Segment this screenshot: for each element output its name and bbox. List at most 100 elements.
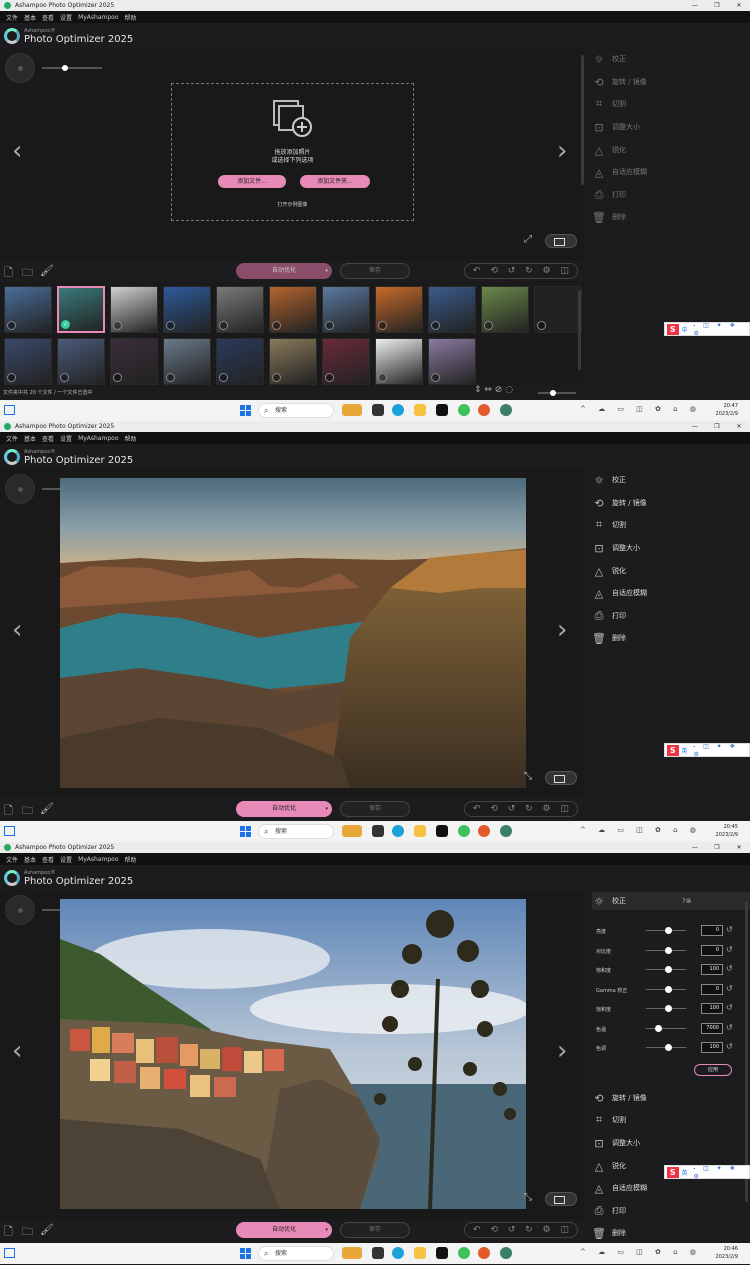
menu-basic[interactable]: 基本 <box>24 434 36 443</box>
adjust-slider[interactable] <box>646 1027 686 1029</box>
sidebar-item-crop[interactable]: ⌗ 切割 <box>592 95 626 113</box>
minimize-button[interactable]: — <box>684 842 706 853</box>
slider-knob[interactable] <box>665 927 672 934</box>
expand-icon[interactable]: ⤢ <box>524 234 532 245</box>
reset-icon[interactable]: ↺ <box>726 1042 733 1051</box>
rotate-left-icon[interactable]: ↺ <box>508 266 516 276</box>
menu-help[interactable]: 帮助 <box>125 13 137 22</box>
close-button[interactable]: ✕ <box>728 421 750 432</box>
reset-icon[interactable]: ↺ <box>726 964 733 973</box>
rotate-right-icon[interactable]: ↻ <box>525 804 533 814</box>
thumbnail[interactable] <box>110 338 158 385</box>
sidebar-item-rotate[interactable]: ⟲ 旋转 / 镜像 <box>592 73 646 91</box>
taskbar-search[interactable]: 搜索 <box>258 403 334 418</box>
adjust-value-input[interactable]: 100 <box>701 964 723 975</box>
sidebar-item-correct[interactable]: ☼ 校正 <box>592 50 626 68</box>
transform-icons[interactable]: ⇕ ⇔ ⊘ ◌ <box>474 385 513 395</box>
edge-icon[interactable] <box>392 1247 404 1259</box>
save-button[interactable]: 保存 <box>340 801 410 817</box>
gear-icon[interactable]: ⚙ <box>543 266 551 276</box>
file-explorer-icon[interactable] <box>342 1247 362 1259</box>
auto-optimize-button[interactable]: 自动优化 ▾ <box>236 1222 332 1238</box>
undo-icon[interactable]: ↶ <box>473 1225 481 1235</box>
slider-knob[interactable] <box>665 985 672 993</box>
fit-view-toggle[interactable] <box>545 1192 577 1206</box>
taskview-icon[interactable] <box>372 404 384 416</box>
thumbnail[interactable] <box>534 286 582 333</box>
rotate-left-icon[interactable]: ↺ <box>508 804 516 814</box>
edge-icon[interactable] <box>392 825 404 837</box>
prev-arrow-icon[interactable]: ‹ <box>12 136 22 166</box>
widgets-icon[interactable] <box>4 405 15 415</box>
sidebar-item-resize[interactable]: ⊡ 调整大小 <box>592 539 640 557</box>
sidebar-scrollbar[interactable] <box>745 902 748 1202</box>
menu-file[interactable]: 文件 <box>6 855 18 864</box>
close-button[interactable]: ✕ <box>728 842 750 853</box>
select-circle-icon[interactable] <box>431 373 440 382</box>
adjust-value-input[interactable]: 0 <box>701 944 723 956</box>
next-arrow-icon[interactable]: › <box>557 615 567 645</box>
add-file-icon[interactable]: 🗋 <box>4 1223 13 1242</box>
maximize-button[interactable]: ❐ <box>706 842 728 853</box>
folder-icon[interactable] <box>414 825 426 837</box>
chevron-down-icon[interactable]: ▾ <box>325 801 328 817</box>
select-circle-icon[interactable] <box>219 321 228 330</box>
photo-optimizer-icon[interactable] <box>500 825 512 837</box>
select-circle-icon[interactable] <box>166 373 175 382</box>
wechat-icon[interactable] <box>458 825 470 837</box>
system-tray[interactable]: ^ ☁ ▭ ◫ ✿ ⌂ ◍ <box>580 826 701 834</box>
thumbnail[interactable] <box>428 338 476 385</box>
reset-icon[interactable]: ↺ <box>726 1003 733 1012</box>
windows-start-icon[interactable] <box>240 1248 251 1259</box>
thumbnail[interactable] <box>163 338 211 385</box>
rotate-right-icon[interactable]: ↻ <box>525 1225 533 1235</box>
sidebar-item-blur[interactable]: ◬ 自适应模糊 <box>592 1179 647 1197</box>
slider-knob[interactable] <box>665 1005 672 1012</box>
add-file-icon[interactable]: 🗋 <box>4 802 13 821</box>
windows-start-icon[interactable] <box>240 405 251 416</box>
select-circle-icon[interactable] <box>272 321 281 330</box>
sidebar-item-resize[interactable]: ⊡ 调整大小 <box>592 118 640 136</box>
menu-myashampoo[interactable]: MyAshampoo <box>78 14 118 21</box>
shrink-icon[interactable]: ⤡ <box>524 1192 532 1203</box>
compare-icon[interactable]: ◫ <box>560 266 569 276</box>
navigator-pad[interactable] <box>5 53 35 83</box>
zoom-slider[interactable] <box>42 65 102 71</box>
sidebar-item-delete[interactable]: 🗑 删除 <box>592 629 626 647</box>
thumbnail[interactable] <box>269 338 317 385</box>
select-circle-icon[interactable] <box>113 321 122 330</box>
undo-all-icon[interactable]: ⟲ <box>490 266 498 276</box>
file-explorer-icon[interactable] <box>342 825 362 837</box>
widgets-icon[interactable] <box>4 1248 15 1258</box>
drop-zone[interactable]: 拖放添加照片 或选择下列选项 添加文件... 添加文件夹... 打开示例图像 <box>171 83 414 221</box>
reset-icon[interactable]: ↺ <box>726 945 733 954</box>
compare-icon[interactable]: ◫ <box>560 1225 569 1235</box>
fit-view-toggle[interactable] <box>545 771 577 785</box>
select-circle-icon[interactable] <box>537 321 546 330</box>
sidebar-item-blur[interactable]: ◬ 自适应模糊 <box>592 163 647 181</box>
system-tray[interactable]: ^ ☁ ▭ ◫ ✿ ⌂ ◍ <box>580 405 701 413</box>
sidebar-item-print[interactable]: ⎙ 打印 <box>592 607 626 625</box>
next-arrow-icon[interactable]: › <box>557 1036 567 1066</box>
taskbar-search[interactable]: 搜索 <box>258 1246 334 1261</box>
save-button[interactable]: 保存 <box>340 263 410 279</box>
sidebar-item-correct[interactable]: ☼ 校正 <box>592 471 626 489</box>
menu-myashampoo[interactable]: MyAshampoo <box>78 435 118 442</box>
adjust-value-input[interactable]: 0 <box>701 925 723 936</box>
taskview-icon[interactable] <box>372 1247 384 1259</box>
menu-view[interactable]: 查看 <box>42 13 54 22</box>
apply-button[interactable]: 应用 <box>694 1064 732 1076</box>
select-circle-icon[interactable] <box>378 373 387 382</box>
add-folder-icon[interactable]: 🗀 <box>22 1223 33 1242</box>
windows-start-icon[interactable] <box>240 826 251 837</box>
thumb-size-slider[interactable] <box>538 390 576 396</box>
select-circle-icon[interactable] <box>484 321 493 330</box>
select-circle-icon[interactable] <box>113 373 122 382</box>
thumbnail[interactable]: ✓ <box>57 286 105 333</box>
sidebar-item-print[interactable]: ⎙ 打印 <box>592 1202 626 1220</box>
ime-toolbar[interactable]: S 英 ⬝ ◫ ✦ ❖ ⚙ <box>664 743 750 758</box>
minimize-button[interactable]: — <box>684 421 706 432</box>
select-circle-icon[interactable] <box>431 321 440 330</box>
file-explorer-icon[interactable] <box>342 404 362 416</box>
thumbnail[interactable] <box>110 286 158 333</box>
